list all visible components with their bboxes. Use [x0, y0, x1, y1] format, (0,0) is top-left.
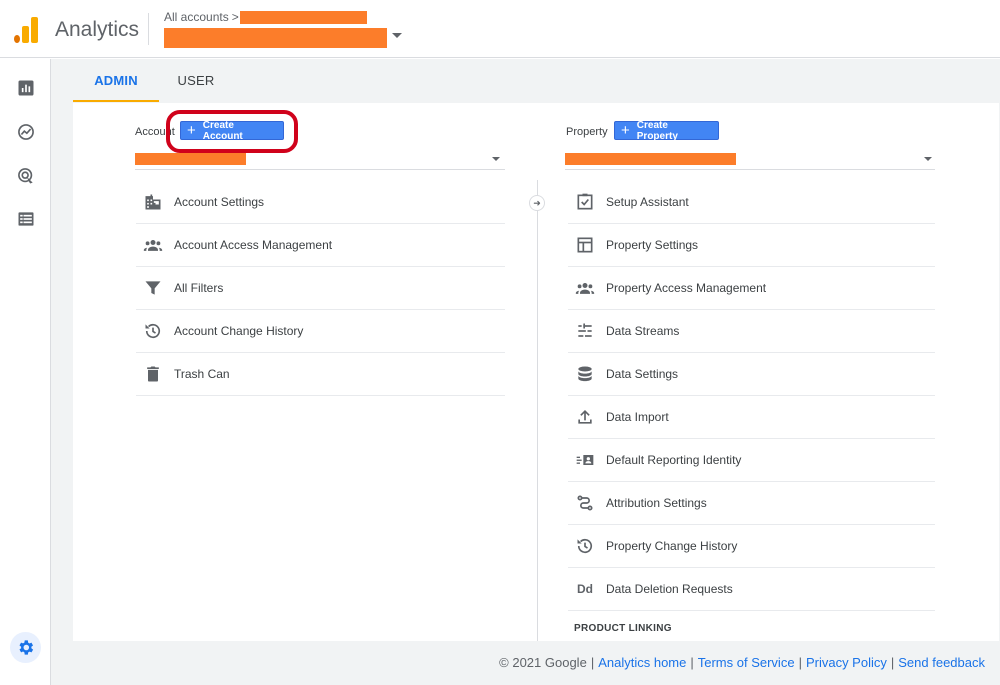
menu-item-data-import[interactable]: Data Import: [568, 396, 935, 439]
configure-icon[interactable]: [15, 208, 37, 230]
menu-item-trash-can[interactable]: Trash Can: [136, 353, 505, 396]
history-icon: [142, 320, 164, 342]
highlight-annotation: [166, 110, 298, 153]
create-property-label: Create Property: [636, 119, 678, 142]
menu-item-data-settings[interactable]: Data Settings: [568, 353, 935, 396]
menu-item-label: Property Change History: [606, 539, 738, 553]
people-icon: [142, 234, 164, 256]
footer-separator: |: [590, 655, 595, 670]
menu-item-account-access-management[interactable]: Account Access Management: [136, 224, 505, 267]
menu-item-label: Property Access Management: [606, 281, 767, 295]
menu-item-data-deletion-requests[interactable]: Dd Data Deletion Requests: [568, 568, 935, 611]
redacted-property-selector[interactable]: [565, 153, 736, 165]
menu-item-property-access-management[interactable]: Property Access Management: [568, 267, 935, 310]
menu-item-setup-assistant[interactable]: Setup Assistant: [568, 181, 935, 224]
account-picker-dropdown-icon[interactable]: [392, 33, 402, 38]
identity-icon: [574, 449, 596, 471]
app-title: Analytics: [55, 18, 140, 41]
redacted-account-name: [240, 11, 367, 24]
send-feedback-link[interactable]: Send feedback: [898, 655, 985, 670]
arrow-right-icon: ➜: [529, 195, 545, 211]
redacted-property-selector[interactable]: [164, 28, 387, 48]
footer-separator: |: [690, 655, 694, 670]
create-property-button[interactable]: + Create Property: [614, 119, 719, 142]
menu-item-label: Property Settings: [606, 238, 699, 252]
menu-item-attribution-settings[interactable]: Attribution Settings: [568, 482, 935, 525]
upload-icon: [574, 406, 596, 428]
menu-item-label: Trash Can: [174, 367, 230, 381]
menu-item-data-streams[interactable]: Data Streams: [568, 310, 935, 353]
trash-icon: [142, 363, 164, 385]
menu-item-label: Attribution Settings: [606, 496, 707, 510]
copyright-text: © 2021 Google: [499, 655, 587, 670]
layout-icon: [574, 234, 596, 256]
analytics-logo[interactable]: [14, 17, 38, 43]
menu-item-label: Data Streams: [606, 324, 680, 338]
top-bar: Analytics All accounts >: [0, 0, 1000, 58]
checkbox-icon: [574, 191, 596, 213]
database-icon: [574, 363, 596, 385]
property-menu: Setup Assistant Property Settings Proper…: [568, 181, 935, 611]
plus-icon: +: [621, 122, 630, 139]
privacy-policy-link[interactable]: Privacy Policy: [806, 655, 887, 670]
property-selector-dropdown-icon[interactable]: [924, 157, 932, 161]
filter-icon: [142, 277, 164, 299]
menu-item-account-change-history[interactable]: Account Change History: [136, 310, 505, 353]
terms-of-service-link[interactable]: Terms of Service: [698, 655, 795, 670]
header-divider: [148, 13, 149, 45]
menu-item-label: Data Settings: [606, 367, 679, 381]
menu-item-label: Setup Assistant: [606, 195, 689, 209]
menu-item-label: Account Change History: [174, 324, 304, 338]
menu-item-label: Data Import: [606, 410, 669, 424]
menu-item-label: Account Settings: [174, 195, 265, 209]
property-selector-underline: [565, 169, 935, 170]
history-icon: [574, 535, 596, 557]
advertising-icon[interactable]: [15, 165, 37, 187]
menu-item-label: All Filters: [174, 281, 224, 295]
building-icon: [142, 191, 164, 213]
footer-separator: |: [798, 655, 802, 670]
menu-item-property-settings[interactable]: Property Settings: [568, 224, 935, 267]
property-column-label: Property: [566, 126, 608, 138]
breadcrumb[interactable]: All accounts >: [164, 10, 239, 24]
redacted-account-selector[interactable]: [135, 153, 246, 165]
footer: © 2021 Google | Analytics home | Terms of Se…: [499, 655, 985, 670]
dd-icon: Dd: [574, 578, 596, 600]
left-nav-rail: [0, 59, 51, 685]
tab-admin[interactable]: ADMIN: [73, 60, 159, 102]
streams-icon: [574, 320, 596, 342]
admin-gear-icon[interactable]: [10, 632, 41, 663]
product-linking-heading: PRODUCT LINKING: [574, 623, 672, 634]
footer-separator: |: [890, 655, 895, 670]
account-selector-dropdown-icon[interactable]: [492, 157, 500, 161]
menu-item-property-change-history[interactable]: Property Change History: [568, 525, 935, 568]
tab-user[interactable]: USER: [159, 60, 233, 102]
breadcrumb-root[interactable]: All accounts: [164, 10, 229, 24]
menu-item-all-filters[interactable]: All Filters: [136, 267, 505, 310]
menu-item-label: Default Reporting Identity: [606, 453, 742, 467]
explore-icon[interactable]: [15, 121, 37, 143]
account-selector-underline: [135, 169, 505, 170]
people-icon: [574, 277, 596, 299]
menu-item-account-settings[interactable]: Account Settings: [136, 181, 505, 224]
column-separator: [537, 180, 538, 641]
analytics-home-link[interactable]: Analytics home: [598, 655, 686, 670]
dd-glyph: Dd: [577, 582, 593, 596]
reports-icon[interactable]: [15, 77, 37, 99]
menu-item-label: Account Access Management: [174, 238, 333, 252]
account-menu: Account Settings Account Access Manageme…: [136, 181, 505, 396]
attribution-icon: [574, 492, 596, 514]
menu-item-label: Data Deletion Requests: [606, 582, 733, 596]
menu-item-default-reporting-identity[interactable]: Default Reporting Identity: [568, 439, 935, 482]
chevron-right-icon: >: [231, 10, 239, 24]
